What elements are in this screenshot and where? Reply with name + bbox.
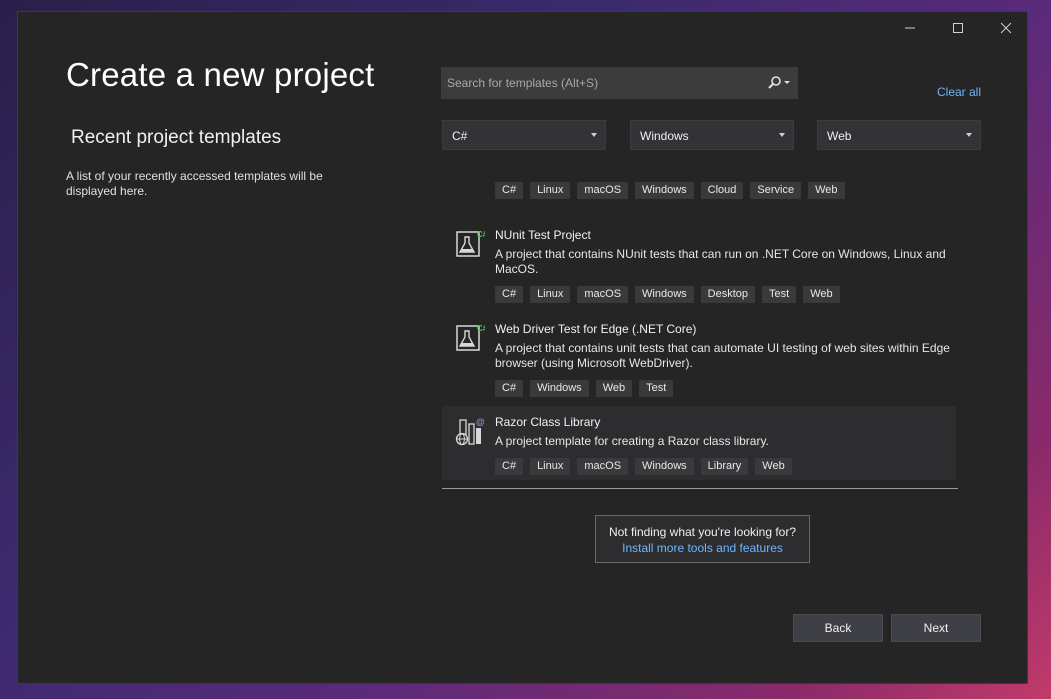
clear-all-link[interactable]: Clear all [937,85,981,99]
tag-list: C# Windows Web Test [495,380,674,397]
close-button[interactable] [982,12,1030,44]
language-badge: C# [477,324,485,333]
tag: Windows [530,380,589,397]
project-type-filter-value: Web [827,129,852,143]
tag: Web [803,286,840,303]
language-badge: C# [477,230,485,239]
template-search-box[interactable] [441,67,798,99]
tag-list: C# Linux macOS Windows Desktop Test Web [495,286,840,303]
razor-library-icon: @ [455,417,485,446]
test-flask-icon: C# [456,324,485,351]
tag: macOS [577,286,629,303]
template-description: A project template for creating a Razor … [495,434,769,448]
create-project-dialog: Create a new project Recent project temp… [17,11,1028,684]
not-finding-question: Not finding what you're looking for? [608,525,797,539]
tag: Web [755,458,792,475]
tag: macOS [577,182,629,199]
tag: C# [495,182,524,199]
platform-filter-dropdown[interactable]: Windows [630,120,794,150]
recent-templates-heading: Recent project templates [71,127,282,148]
list-divider [442,488,958,489]
install-more-tools-link[interactable]: Install more tools and features [596,541,809,555]
tag: Windows [635,182,694,199]
template-name: Razor Class Library [495,415,601,429]
chevron-down-icon [591,133,597,137]
chevron-down-icon [966,133,972,137]
not-finding-panel: Not finding what you're looking for? Ins… [595,515,810,563]
tag: C# [495,286,524,303]
tag: Windows [635,458,694,475]
tag-list: C# Linux macOS Windows Library Web [495,458,792,475]
tag: Test [762,286,797,303]
next-button[interactable]: Next [891,614,981,642]
maximize-button[interactable] [934,12,982,44]
tag-list: C# Linux macOS Windows Cloud Service Web [495,182,845,199]
template-item-web-driver[interactable]: C# Web Driver Test for Edge (.NET Core) … [442,312,956,402]
minimize-button[interactable] [886,12,934,44]
maximize-icon [953,23,963,33]
tag: Web [808,182,845,199]
template-name: Web Driver Test for Edge (.NET Core) [495,322,697,336]
page-title: Create a new project [66,56,375,93]
template-item-razor-class-library[interactable]: @ Razor Class Library A project template… [442,406,956,480]
close-icon [1000,22,1012,34]
tag: Linux [530,458,571,475]
tag: C# [495,458,524,475]
platform-filter-value: Windows [640,129,689,143]
template-description: A project that contains NUnit tests that… [495,247,946,276]
tag: Linux [530,182,571,199]
tag: Web [595,380,633,397]
chevron-down-icon [779,133,785,137]
tag: Service [750,182,802,199]
tag: Library [700,458,749,475]
test-flask-icon: C# [456,230,485,257]
template-name: NUnit Test Project [495,228,591,242]
tag: Windows [635,286,694,303]
tag: Cloud [700,182,744,199]
minimize-icon [905,27,915,29]
tag: Desktop [700,286,756,303]
razor-badge: @ [476,417,485,427]
recent-templates-description: A list of your recently accessed templat… [66,169,323,198]
tag: macOS [577,458,629,475]
search-input[interactable] [441,67,761,99]
project-type-filter-dropdown[interactable]: Web [817,120,981,150]
template-list: C# Linux macOS Windows Cloud Service Web… [442,158,958,480]
language-filter-dropdown[interactable]: C# [442,120,606,150]
template-item-nunit[interactable]: C# NUnit Test Project A project that con… [442,218,956,308]
tag: C# [495,380,524,397]
tag: Test [639,380,674,397]
back-button[interactable]: Back [793,614,883,642]
language-filter-value: C# [452,129,468,143]
tag: Linux [530,286,571,303]
template-description: A project that contains unit tests that … [495,341,950,370]
template-item[interactable]: C# Linux macOS Windows Cloud Service Web [442,158,956,208]
search-icon[interactable] [766,75,792,91]
